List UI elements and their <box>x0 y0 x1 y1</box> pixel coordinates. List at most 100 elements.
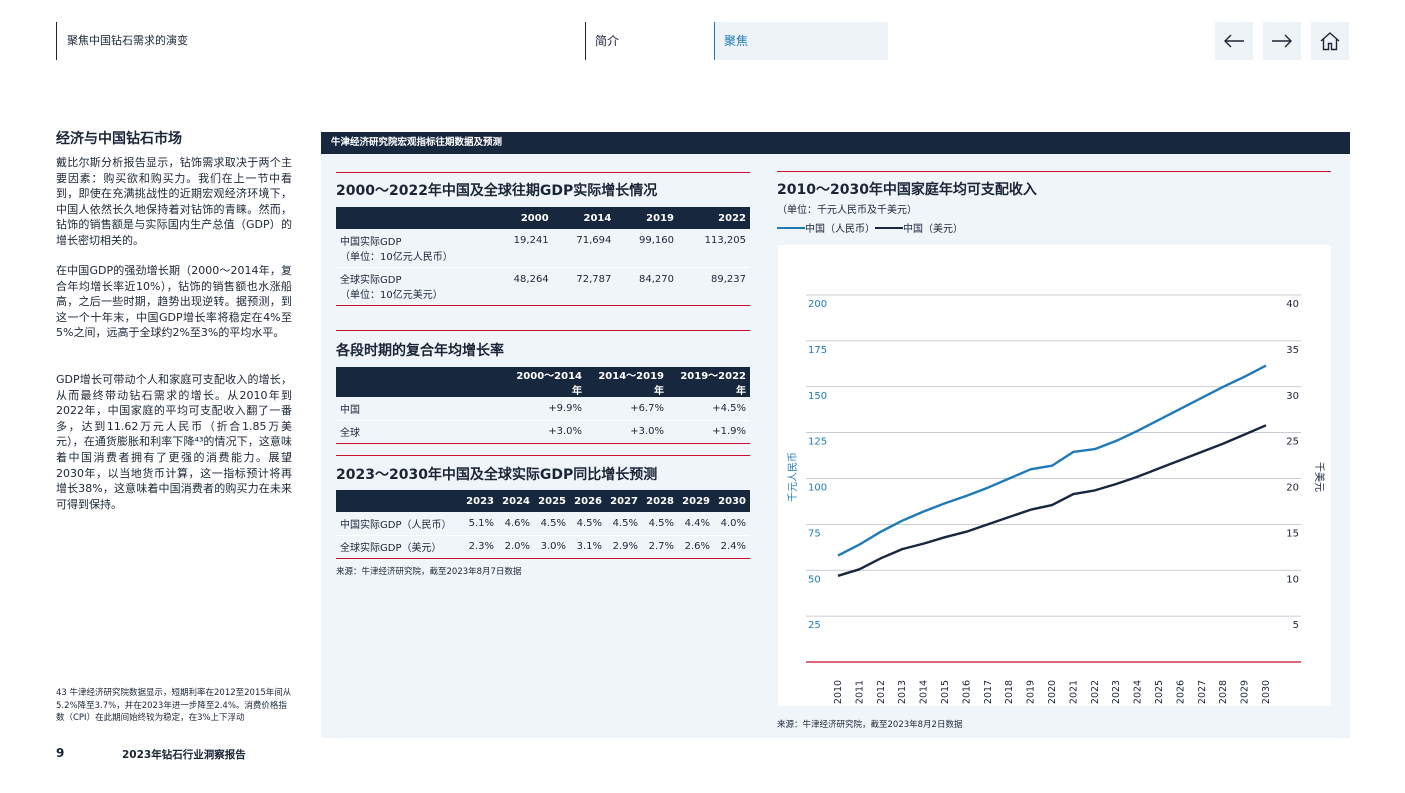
table-cell: +1.9% <box>712 426 746 437</box>
x-tick-label: 2022 <box>1090 680 1101 704</box>
line-chart: 25 5 50 10 75 15 100 20 125 25 150 30 175 35 200 40 2010… <box>787 294 1326 704</box>
table-header: 2022 <box>678 207 750 229</box>
legend-swatch-rmb <box>777 226 805 229</box>
table-cell: 2.4% <box>720 541 746 552</box>
table-header: 2019～2022年 <box>668 367 750 397</box>
paragraph-2: 在中国GDP的强劲增长期（2000～2014年，复合年均增长率近10%），钻饰的… <box>56 264 292 340</box>
table-header: 2000 <box>490 207 553 229</box>
cagr-table: 2000～2014年 2014～2019年 2019～2022年 中国 +9.9… <box>336 367 750 444</box>
row-label-main: 全球实际GDP <box>340 275 402 286</box>
table-header: 2019 <box>615 207 679 229</box>
gdp-table: 2000 2014 2019 2022 中国实际GDP （单位：10亿元人民币） … <box>336 207 750 306</box>
table-header: 2014 <box>552 207 616 229</box>
arrow-right-icon <box>1272 34 1292 48</box>
table-header-blank <box>336 367 504 397</box>
home-icon <box>1320 32 1340 51</box>
gdp-heading: 2000～2022年中国及全球往期GDP实际增长情况 <box>336 183 658 199</box>
table-cell: 4.5% <box>648 517 674 529</box>
y-tick-label-right: 10 <box>1286 574 1299 585</box>
source-note-tables: 来源：牛津经济研究院，截至2023年8月7日数据 <box>336 567 522 577</box>
y-tick-label-left: 175 <box>808 345 827 356</box>
page-number: 9 <box>56 746 65 760</box>
x-tick-label: 2023 <box>1111 680 1122 704</box>
x-tick-label: 2010 <box>833 680 844 704</box>
table-header: 2030 <box>714 490 750 512</box>
table-cell: 2.9% <box>612 541 638 552</box>
y-tick-label-right: 30 <box>1286 391 1299 402</box>
row-label-main: 中国实际GDP <box>340 236 402 248</box>
table-cell: 5.1% <box>468 517 494 529</box>
report-title: 2023年钻石行业洞察报告 <box>122 749 246 761</box>
y-tick-label-right: 25 <box>1286 437 1299 448</box>
table-header: 2000～2014年 <box>504 367 586 397</box>
home-button[interactable] <box>1311 22 1349 60</box>
forward-button[interactable] <box>1263 22 1301 60</box>
table-cell: 2.6% <box>684 541 710 552</box>
arrow-left-icon <box>1224 34 1244 48</box>
x-tick-label: 2020 <box>1047 680 1058 704</box>
x-tick-label: 2029 <box>1240 680 1251 704</box>
y-tick-label-left: 100 <box>808 483 827 494</box>
series-line-rmb <box>837 364 1267 557</box>
table-header: 2025 <box>534 490 570 512</box>
divider <box>777 171 1331 172</box>
x-tick-label: 2014 <box>919 680 930 704</box>
x-tick-label: 2012 <box>876 680 887 704</box>
table-cell: 3.0% <box>540 541 566 552</box>
y-tick-label-left: 25 <box>808 620 821 631</box>
divider <box>336 330 750 331</box>
paragraph-3: GDP增长可带动个人和家庭可支配收入的增长，从而最终带动钻石需求的增长。从201… <box>56 373 292 511</box>
panel-title: 牛津经济研究院宏观指标往期数据及预测 <box>321 132 1350 154</box>
y-tick-label-right: 35 <box>1286 345 1299 356</box>
legend-label-usd: 中国（美元） <box>903 224 963 235</box>
cagr-heading: 各段时期的复合年均增长率 <box>336 343 504 359</box>
y-axis-label-left: 千元人民币 <box>787 452 799 502</box>
table-cell: 89,237 <box>711 273 746 285</box>
section-heading: 经济与中国钻石市场 <box>56 131 182 147</box>
row-label: 中国 <box>340 404 360 416</box>
x-tick-label: 2021 <box>1068 680 1079 704</box>
row-label: 全球 <box>340 428 360 439</box>
chart-subtitle: （单位：千元人民币及千美元） <box>777 205 917 216</box>
header-title: 聚焦中国钻石需求的演变 <box>56 22 188 60</box>
x-tick-label: 2026 <box>1175 680 1186 704</box>
row-label: 中国实际GDP（人民币） <box>340 519 452 531</box>
table-cell: 4.5% <box>576 517 602 529</box>
table-cell: 19,241 <box>513 235 549 246</box>
table-cell: 84,270 <box>639 273 675 285</box>
table-header-blank <box>336 207 490 229</box>
y-tick-label-right: 40 <box>1286 299 1299 310</box>
row-label-unit: （单位：10亿元美元） <box>340 290 443 301</box>
divider <box>336 172 750 173</box>
forecast-table: 2023 2024 2025 2026 2027 2028 2029 2030 … <box>336 490 750 559</box>
y-axis-label-right: 千美元 <box>1313 462 1326 492</box>
back-button[interactable] <box>1215 22 1253 60</box>
table-cell: 4.5% <box>540 517 566 529</box>
y-tick-label-right: 15 <box>1286 528 1299 539</box>
series-line-usd <box>837 424 1267 577</box>
table-cell: 113,205 <box>704 235 746 246</box>
footnote: 43 牛津经济研究院数据显示，短期利率在2012至2015年间从5.2%降至3.… <box>56 688 292 723</box>
x-tick-label: 2013 <box>897 680 908 704</box>
paragraph-1: 戴比尔斯分析报告显示，钻饰需求取决于两个主要因素：购买欲和购买力。我们在上一节中… <box>56 156 292 247</box>
y-tick-label-right: 20 <box>1286 483 1299 494</box>
x-tick-label: 2028 <box>1218 680 1229 704</box>
nav-intro[interactable]: 简介 <box>585 22 715 60</box>
table-header-blank <box>336 490 462 512</box>
chart-title: 2010～2030年中国家庭年均可支配收入 <box>777 182 1037 198</box>
table-cell: 4.5% <box>612 517 638 529</box>
table-cell: 71,694 <box>576 235 612 246</box>
table-cell: 4.4% <box>684 517 710 529</box>
x-tick-label: 2017 <box>983 680 994 704</box>
table-header: 2024 <box>498 490 534 512</box>
x-tick-label: 2027 <box>1197 680 1208 704</box>
legend-label-rmb: 中国（人民币） <box>805 224 875 235</box>
table-header: 2014～2019年 <box>586 367 668 397</box>
table-cell: +4.5% <box>712 402 746 414</box>
divider <box>336 455 750 456</box>
y-tick-label-left: 125 <box>808 437 827 448</box>
table-cell: 2.7% <box>648 541 674 552</box>
nav-focus[interactable]: 聚焦 <box>714 22 888 60</box>
y-tick-label-left: 75 <box>808 528 821 539</box>
table-cell: 72,787 <box>576 273 612 285</box>
